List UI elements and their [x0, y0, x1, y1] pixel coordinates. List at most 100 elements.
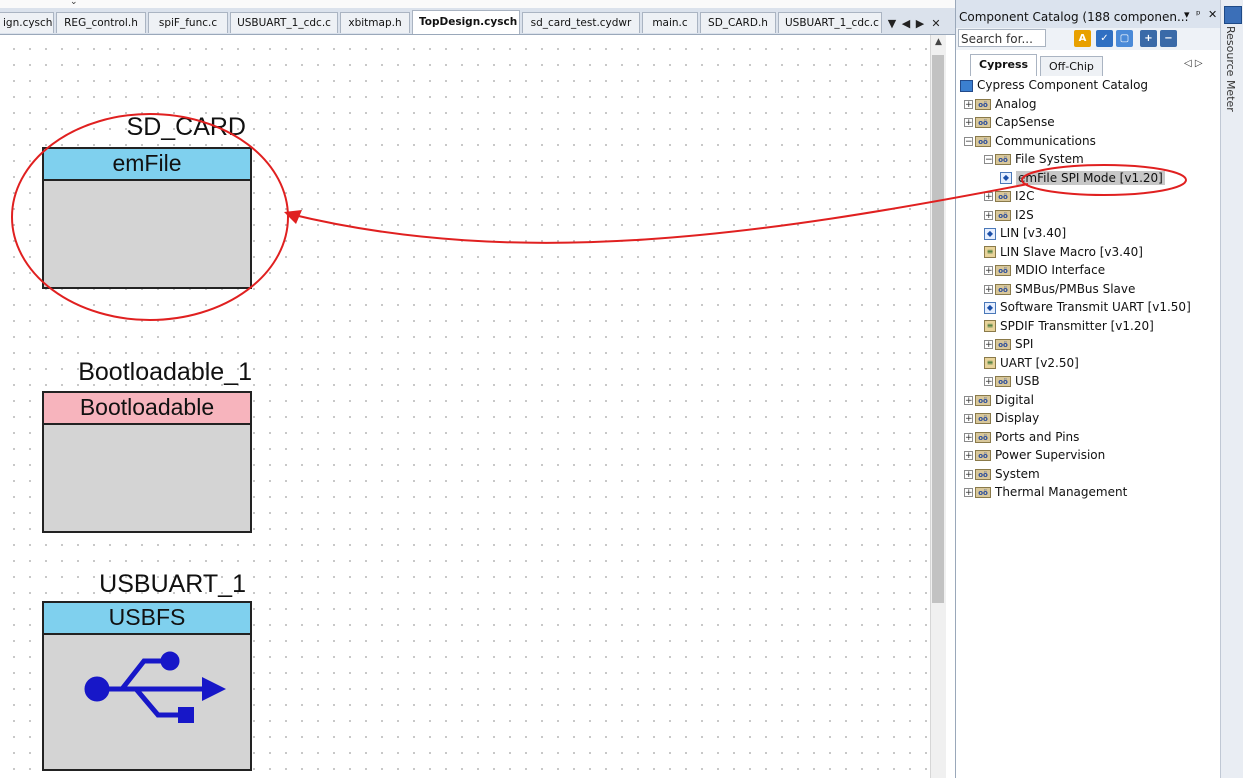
expand-icon[interactable]: + [964, 469, 973, 479]
tree-item[interactable]: + oö Thermal Management [964, 483, 1127, 501]
tree-item[interactable]: ◆ emFile SPI Mode [v1.20] [1000, 169, 1165, 187]
expand-icon[interactable]: + [984, 340, 993, 350]
folder-icon: oö [975, 135, 991, 147]
collapse-icon[interactable]: − [984, 155, 993, 165]
folder-icon: oö [975, 98, 991, 110]
tree-item-label: UART [v2.50] [1000, 355, 1079, 370]
tree-item[interactable]: + oö System [964, 465, 1040, 483]
tree-item[interactable]: + oö I2C [984, 187, 1035, 205]
macro-icon: ≡ [984, 320, 996, 332]
scrollbar-thumb[interactable] [932, 55, 944, 603]
tree-item[interactable]: ◆ Software Transmit UART [v1.50] [984, 298, 1191, 316]
tree-item-label: I2C [1015, 189, 1035, 203]
tab-xbitmap-h[interactable]: xbitmap.h [340, 12, 410, 33]
tree-item[interactable]: + oö USB [984, 372, 1040, 390]
tree-item-label: Communications [995, 133, 1096, 148]
tree-item-label: CapSense [995, 115, 1055, 129]
tree-item[interactable]: + oö I2S [984, 206, 1034, 224]
canvas-vertical-scrollbar[interactable]: ▲ [930, 35, 946, 778]
folder-icon: oö [995, 283, 1011, 295]
tree-item[interactable]: + oö SMBus/PMBus Slave [984, 280, 1135, 298]
tree-item[interactable]: − oö File System [984, 150, 1084, 168]
document-tab-bar: ign.cysch REG_control.h spiF_func.c USBU… [0, 8, 955, 35]
expand-icon[interactable]: + [964, 451, 973, 461]
tree-item[interactable]: ≡ UART [v2.50] [984, 354, 1079, 372]
tree-item-label: Display [995, 411, 1040, 425]
close-panel-icon[interactable]: ✕ [1208, 9, 1217, 21]
component-usbfs[interactable]: USBFS [42, 601, 252, 771]
folder-icon: oö [975, 468, 991, 480]
expand-icon[interactable]: + [964, 118, 973, 128]
add-component-icon[interactable]: + [1140, 30, 1157, 47]
book-icon[interactable]: ▢ [1116, 30, 1133, 47]
expand-icon[interactable]: + [984, 284, 993, 294]
component-emfile[interactable]: emFile [42, 147, 252, 289]
tab-usbuart-cdc-c[interactable]: USBUART_1_cdc.c [230, 12, 338, 33]
tree-item[interactable]: − oö Communications [964, 132, 1096, 150]
expand-icon[interactable]: + [964, 414, 973, 424]
tree-item-label: SMBus/PMBus Slave [1015, 281, 1136, 296]
tree-item[interactable]: + oö SPI [984, 335, 1033, 353]
close-tab-icon[interactable]: ✕ [929, 16, 943, 32]
tree-item[interactable]: + oö MDIO Interface [984, 261, 1105, 279]
find-icon[interactable]: A [1074, 30, 1091, 47]
catalog-search-input[interactable]: Search for... [958, 29, 1046, 47]
tab-cypress[interactable]: Cypress [970, 54, 1038, 76]
tree-item[interactable]: + oö Power Supervision [964, 446, 1105, 464]
tree-item[interactable]: Cypress Component Catalog [960, 76, 1148, 94]
expand-icon[interactable]: + [964, 395, 973, 405]
tab-reg-control-h[interactable]: REG_control.h [56, 12, 146, 33]
component-type-header: Bootloadable [44, 393, 250, 425]
tree-item-label: Digital [995, 392, 1034, 407]
tree-item[interactable]: + oö Display [964, 409, 1039, 427]
resource-meter-tab[interactable]: Resource Meter [1224, 26, 1237, 112]
macro-icon: ≡ [984, 357, 996, 369]
tab-topdesign-cysch[interactable]: TopDesign.cysch [412, 10, 520, 34]
tree-item-label: I2S [1015, 207, 1034, 222]
component-catalog-panel: Component Catalog (188 componen... ▾ ᵖ ✕… [955, 0, 1221, 778]
tree-item-label: Software Transmit UART [v1.50] [1000, 300, 1191, 314]
expand-icon[interactable]: + [984, 377, 993, 387]
tab-usbuart-cdc-c-2[interactable]: USBUART_1_cdc.c [778, 12, 882, 33]
tree-item[interactable]: ≡ SPDIF Transmitter [v1.20] [984, 317, 1154, 335]
tab-off-chip[interactable]: Off-Chip [1040, 56, 1103, 76]
panel-menu-icon[interactable]: ▾ [1184, 9, 1190, 21]
expand-icon[interactable]: + [964, 488, 973, 498]
check-filter-icon[interactable]: ✓ [1096, 30, 1113, 47]
expand-icon[interactable]: + [984, 210, 993, 220]
scroll-up-icon[interactable]: ▲ [931, 37, 946, 47]
tree-item[interactable]: + oö CapSense [964, 113, 1055, 131]
chevron-down-icon[interactable]: ⌄ [70, 0, 78, 7]
tree-item[interactable]: + oö Analog [964, 95, 1036, 113]
tree-item-label: LIN Slave Macro [v3.40] [1000, 244, 1143, 259]
resource-meter-icon[interactable] [1224, 6, 1242, 24]
panel-title: Component Catalog (188 componen... [959, 10, 1189, 24]
expand-icon[interactable]: + [964, 432, 973, 442]
macro-icon: ≡ [984, 246, 996, 258]
tree-item-label: Ports and Pins [995, 429, 1080, 444]
tab-topdesign-partial[interactable]: ign.cysch [0, 12, 54, 33]
folder-icon: oö [975, 487, 991, 498]
tree-item-label: System [995, 466, 1040, 481]
tab-sd-card-test-cydwr[interactable]: sd_card_test.cydwr [522, 12, 640, 33]
schematic-canvas[interactable]: SD_CARD emFile Bootloadable_1 Bootloadab… [0, 35, 930, 778]
tab-main-c[interactable]: main.c [642, 12, 698, 33]
tab-sd-card-h[interactable]: SD_CARD.h [700, 12, 776, 33]
tab-scroll-icons[interactable]: ◁ ▷ [1184, 58, 1203, 69]
tab-spif-func-c[interactable]: spiF_func.c [148, 12, 228, 33]
expand-icon[interactable]: + [984, 192, 993, 202]
component-bootloadable[interactable]: Bootloadable [42, 391, 252, 533]
tree-item[interactable]: ◆ LIN [v3.40] [984, 224, 1066, 242]
collapse-icon[interactable]: − [964, 136, 973, 146]
expand-icon[interactable]: + [984, 266, 993, 276]
tab-list-dropdown-icon[interactable]: ▼ [885, 16, 899, 32]
tree-item[interactable]: + oö Ports and Pins [964, 428, 1079, 446]
scroll-tabs-left-icon[interactable]: ◀ [899, 16, 913, 32]
expand-icon[interactable]: + [964, 99, 973, 109]
tree-item-label: Thermal Management [995, 485, 1128, 499]
tree-item[interactable]: + oö Digital [964, 391, 1034, 409]
tree-item[interactable]: ≡ LIN Slave Macro [v3.40] [984, 243, 1143, 261]
remove-component-icon[interactable]: − [1160, 30, 1177, 47]
scroll-tabs-right-icon[interactable]: ▶ [913, 16, 927, 32]
pin-icon[interactable]: ᵖ [1196, 9, 1201, 21]
